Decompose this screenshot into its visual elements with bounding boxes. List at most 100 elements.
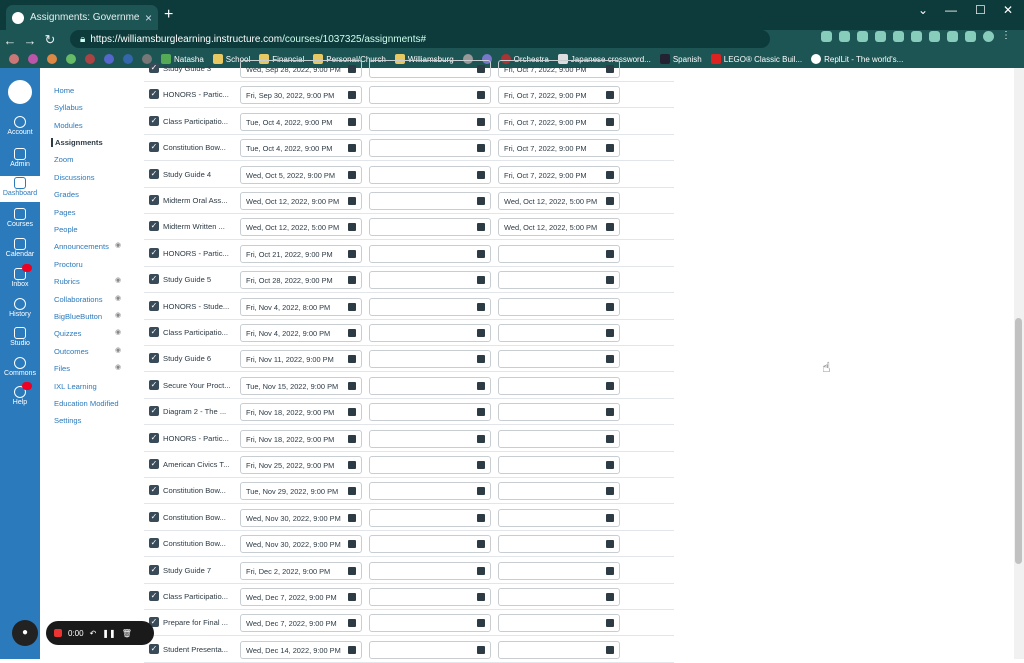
- reload-icon[interactable]: ↻: [40, 32, 60, 48]
- course-nav-outcomes[interactable]: Outcomes ◉: [54, 347, 121, 356]
- calendar-icon[interactable]: [348, 144, 356, 153]
- calendar-icon[interactable]: [477, 302, 485, 311]
- due-date-field[interactable]: Fri, Nov 4, 2022, 9:00 PM: [240, 324, 362, 342]
- bookmark-icon-only[interactable]: [44, 54, 60, 64]
- maximize-icon[interactable]: ☐: [975, 3, 986, 17]
- due-date-field[interactable]: Wed, Oct 5, 2022, 9:00 PM: [240, 165, 362, 184]
- bookmark-icon-only[interactable]: [25, 54, 41, 64]
- back-arrow-icon[interactable]: ←: [0, 33, 20, 48]
- assignment-checkbox[interactable]: ✓: [149, 591, 159, 601]
- calendar-icon[interactable]: [477, 65, 485, 73]
- available-from-field[interactable]: [369, 165, 491, 184]
- calendar-icon[interactable]: [477, 487, 485, 496]
- available-from-field[interactable]: [369, 535, 491, 554]
- minimize-icon[interactable]: —: [945, 3, 957, 17]
- due-date-field[interactable]: Wed, Dec 14, 2022, 9:00 PM: [240, 640, 362, 659]
- camera-record-icon[interactable]: ●: [12, 620, 38, 646]
- assignment-checkbox[interactable]: ✓: [149, 115, 159, 126]
- calendar-icon[interactable]: [348, 645, 356, 654]
- course-nav-discussions[interactable]: Discussions: [54, 173, 95, 182]
- assignment-checkbox[interactable]: ✓: [149, 89, 159, 100]
- assignment-checkbox[interactable]: ✓: [149, 168, 159, 179]
- available-from-field[interactable]: [369, 60, 491, 78]
- zoom-icon[interactable]: [839, 31, 850, 42]
- global-nav-account[interactable]: Account: [0, 116, 40, 136]
- calendar-icon[interactable]: [477, 645, 485, 654]
- due-date-field[interactable]: Fri, Nov 25, 2022, 9:00 PM: [240, 456, 362, 474]
- scrollbar-thumb[interactable]: [1015, 318, 1022, 564]
- until-date-field[interactable]: Wed, Oct 12, 2022, 5:00 PM: [498, 218, 620, 237]
- available-from-field[interactable]: [369, 403, 491, 422]
- course-nav-collaborations[interactable]: Collaborations ◉: [54, 295, 121, 304]
- calendar-icon[interactable]: [477, 355, 485, 364]
- bookmark-icon-only[interactable]: [82, 54, 98, 64]
- course-nav-ixl-learning[interactable]: IXL Learning: [54, 382, 97, 391]
- until-date-field[interactable]: Fri, Oct 7, 2022, 9:00 PM: [498, 112, 620, 131]
- due-date-field[interactable]: Wed, Sep 28, 2022, 9:00 PM: [240, 60, 362, 78]
- due-date-field[interactable]: Wed, Oct 12, 2022, 5:00 PM: [240, 218, 362, 237]
- course-nav-announcements[interactable]: Announcements ◉: [54, 242, 121, 251]
- course-nav-settings[interactable]: Settings: [54, 416, 81, 425]
- calendar-icon[interactable]: [606, 645, 614, 654]
- available-from-field[interactable]: [369, 429, 491, 448]
- undo-icon[interactable]: ↶: [90, 629, 97, 638]
- until-date-field[interactable]: [498, 244, 620, 263]
- available-from-field[interactable]: [369, 561, 491, 580]
- profile-avatar-icon[interactable]: [983, 31, 994, 42]
- calendar-icon[interactable]: [477, 619, 485, 628]
- calendar-icon[interactable]: [606, 249, 614, 258]
- until-date-field[interactable]: [498, 350, 620, 369]
- calendar-icon[interactable]: [348, 117, 356, 126]
- more-menu-icon[interactable]: ⋮: [1001, 31, 1012, 42]
- global-nav-admin[interactable]: Admin: [0, 148, 40, 168]
- calendar-icon[interactable]: [606, 91, 614, 100]
- available-from-field[interactable]: [369, 588, 491, 606]
- extension-icon[interactable]: [929, 31, 940, 42]
- until-date-field[interactable]: Fri, Oct 7, 2022, 9:00 PM: [498, 139, 620, 158]
- calendar-icon[interactable]: [606, 276, 614, 285]
- calendar-icon[interactable]: [348, 619, 356, 628]
- calendar-icon[interactable]: [477, 249, 485, 258]
- calendar-icon[interactable]: [606, 434, 614, 443]
- calendar-icon[interactable]: [606, 355, 614, 364]
- assignment-checkbox[interactable]: ✓: [149, 142, 159, 153]
- calendar-icon[interactable]: [348, 329, 356, 337]
- course-nav-assignments[interactable]: Assignments: [51, 138, 103, 147]
- until-date-field[interactable]: Fri, Oct 7, 2022, 9:00 PM: [498, 165, 620, 184]
- available-from-field[interactable]: [369, 376, 491, 395]
- until-date-field[interactable]: [498, 456, 620, 474]
- calendar-icon[interactable]: [348, 91, 356, 100]
- calendar-icon[interactable]: [348, 65, 356, 73]
- course-nav-files[interactable]: Files ◉: [54, 364, 121, 373]
- available-from-field[interactable]: [369, 456, 491, 474]
- calendar-icon[interactable]: [477, 434, 485, 443]
- until-date-field[interactable]: Fri, Oct 7, 2022, 9:00 PM: [498, 60, 620, 78]
- due-date-field[interactable]: Wed, Nov 30, 2022, 9:00 PM: [240, 535, 362, 554]
- calendar-icon[interactable]: [348, 513, 356, 522]
- assignment-checkbox[interactable]: ✓: [149, 511, 159, 522]
- assignment-checkbox[interactable]: ✓: [149, 432, 159, 443]
- due-date-field[interactable]: Fri, Nov 18, 2022, 9:00 PM: [240, 403, 362, 422]
- until-date-field[interactable]: [498, 614, 620, 633]
- calendar-icon[interactable]: [606, 329, 614, 337]
- due-date-field[interactable]: Fri, Dec 2, 2022, 9:00 PM: [240, 561, 362, 580]
- calendar-icon[interactable]: [477, 513, 485, 522]
- due-date-field[interactable]: Fri, Oct 21, 2022, 9:00 PM: [240, 244, 362, 263]
- calendar-icon[interactable]: [606, 117, 614, 126]
- course-nav-people[interactable]: People: [54, 225, 78, 234]
- until-date-field[interactable]: Fri, Oct 7, 2022, 9:00 PM: [498, 86, 620, 105]
- available-from-field[interactable]: [369, 350, 491, 369]
- calendar-icon[interactable]: [348, 355, 356, 364]
- available-from-field[interactable]: [369, 192, 491, 210]
- calendar-icon[interactable]: [348, 408, 356, 417]
- close-window-icon[interactable]: ✕: [1003, 3, 1013, 17]
- available-from-field[interactable]: [369, 482, 491, 501]
- assignment-checkbox[interactable]: ✓: [149, 643, 159, 654]
- assignment-checkbox[interactable]: ✓: [149, 63, 159, 73]
- calendar-icon[interactable]: [348, 276, 356, 285]
- assignment-checkbox[interactable]: ✓: [149, 274, 159, 285]
- until-date-field[interactable]: [498, 535, 620, 554]
- calendar-icon[interactable]: [348, 223, 356, 232]
- bookmark-lego[interactable]: LEGO® Classic Buil...: [708, 54, 805, 64]
- global-nav-commons[interactable]: Commons: [0, 357, 40, 377]
